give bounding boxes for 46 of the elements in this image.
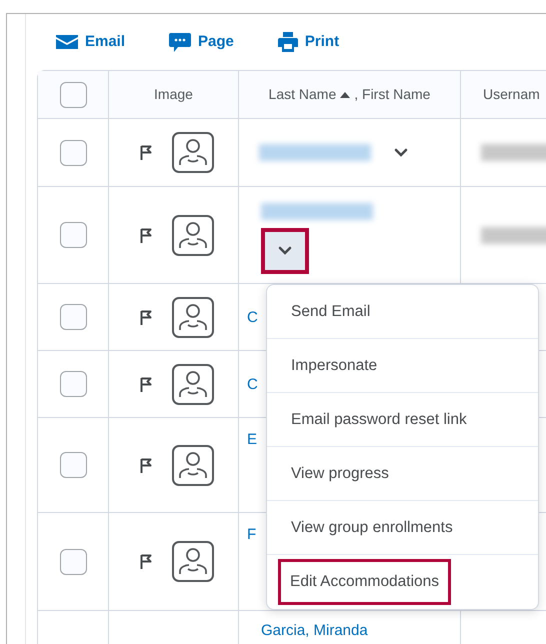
printer-icon [278,32,298,52]
student-name-link[interactable]: Garcia, Miranda [261,623,368,638]
toolbar-button[interactable]: Print [278,30,340,54]
student-name-link[interactable]: E [247,432,258,512]
checkbox[interactable] [60,82,86,108]
column-header: Usernam [483,85,540,104]
student-name-link[interactable]: F [247,527,256,610]
flag-icon[interactable] [140,310,152,324]
profile-picture-icon [172,444,214,486]
menu-item[interactable]: View group enrollments [279,506,465,550]
checkbox[interactable] [60,304,86,330]
blurred-text [481,144,546,161]
menu-item[interactable]: Email password reset link [279,398,479,442]
checkbox[interactable] [60,140,86,166]
envelope-icon [56,35,78,49]
sort-ascending-icon [340,92,350,98]
blurred-text [481,226,546,244]
dropdown-button[interactable] [261,228,309,274]
chat-bubble-icon [169,32,192,52]
flag-icon[interactable] [140,145,152,160]
menu-item[interactable]: View progress [279,452,401,496]
profile-picture-icon [172,214,214,256]
flag-icon[interactable] [140,458,152,472]
column-header[interactable]: Last Name [268,84,336,105]
toolbar-button[interactable]: Page [169,30,234,54]
profile-picture-icon [172,364,214,404]
checkbox[interactable] [60,452,86,478]
checkbox[interactable] [60,222,86,248]
flag-icon[interactable] [140,376,152,392]
menu-item[interactable]: Send Email [279,290,382,334]
flag-icon[interactable] [140,554,152,569]
student-name-link[interactable]: C [247,310,258,324]
toolbar-button[interactable]: Email [56,30,126,54]
menu-item[interactable]: Impersonate [279,344,390,388]
profile-picture-icon [172,132,214,173]
menu-item[interactable]: Edit Accommodations [278,559,452,605]
student-name-link[interactable]: C [247,376,258,392]
checkbox[interactable] [60,371,86,397]
chevron-down-icon [278,246,292,255]
checkbox[interactable] [60,548,86,574]
profile-picture-icon [172,296,214,338]
column-header: Image [154,85,193,104]
column-header[interactable]: , First Name [354,84,430,105]
flag-icon[interactable] [140,228,152,242]
profile-picture-icon [172,541,214,582]
chevron-down-icon [394,148,408,157]
